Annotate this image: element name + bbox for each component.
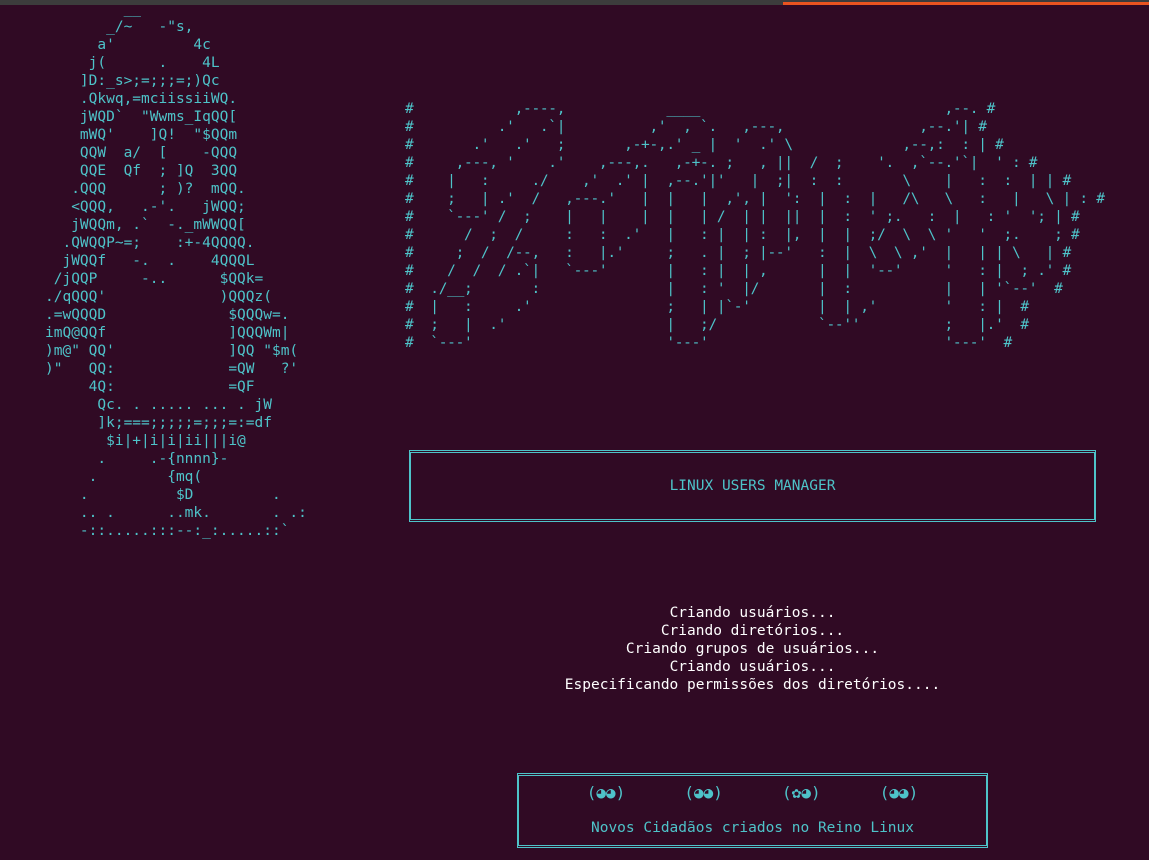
status-line: Criando usuários...	[669, 659, 836, 675]
face-emoticon: (✿◕)	[782, 783, 821, 802]
face-emoticon: (◕◕)	[586, 783, 626, 802]
footer-message: Novos Cidadãos criados no Reino Linux	[590, 820, 914, 836]
status-line: Criando diretórios...	[660, 623, 845, 639]
app-title: LINUX USERS MANAGER	[669, 478, 836, 494]
banner-ascii-art: # ,----, ____ ,--. # # .' .`| ,' , `. ,-…	[405, 101, 1105, 351]
status-line: Criando usuários...	[669, 605, 836, 621]
status-line: Criando grupos de usuários...	[625, 641, 880, 657]
emoji-row: (◕◕) (◕◕) (✿◕) (◕◕)	[517, 783, 988, 802]
title-box: LINUX USERS MANAGER	[409, 450, 1096, 522]
tux-ascii-art: __ _/~ -"s, a' 4c j( . 4L ]D:_s>;=;;;=;)…	[45, 1, 307, 539]
status-line: Especificando permissões dos diretórios.…	[564, 677, 941, 693]
active-tab-indicator	[783, 2, 1149, 5]
face-emoticon: (◕◕)	[684, 783, 723, 802]
status-log: Criando usuários... Criando diretórios..…	[409, 604, 1096, 694]
face-emoticon: (◕◕)	[879, 783, 919, 802]
footer-box: (◕◕) (◕◕) (✿◕) (◕◕) Novos Cidadãos criad…	[517, 773, 988, 848]
